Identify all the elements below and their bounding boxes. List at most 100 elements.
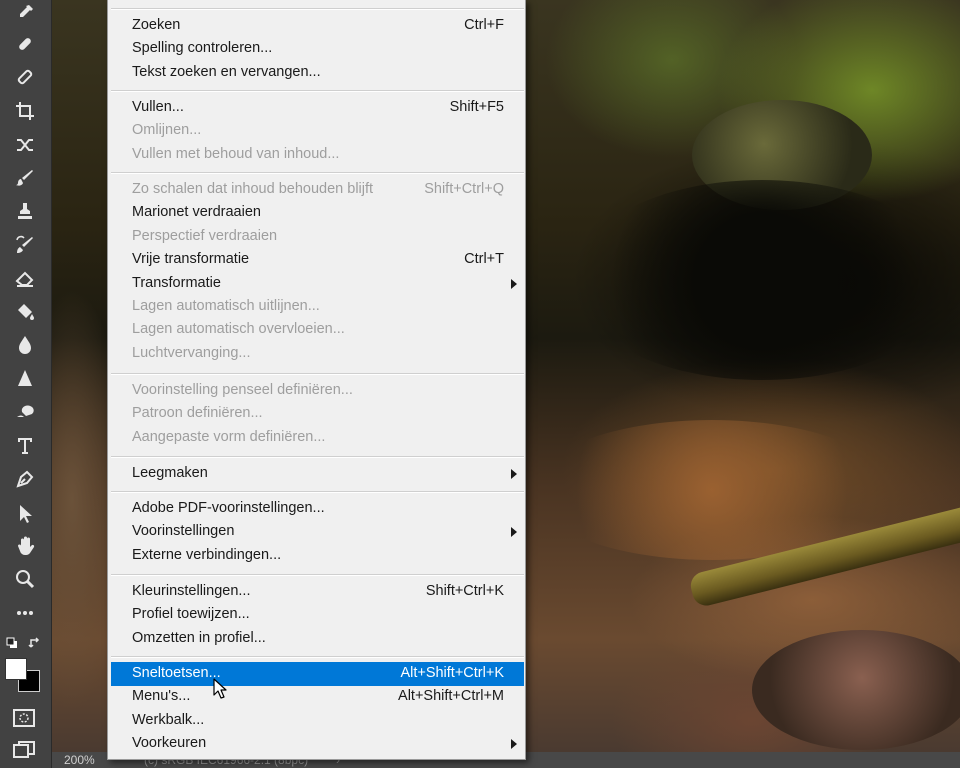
pen-icon[interactable] — [10, 466, 40, 492]
cave-shadow — [572, 180, 952, 380]
swap-colors-icon[interactable] — [28, 636, 42, 650]
menu-item-adobe-pdf-voorinstellingen[interactable]: Adobe PDF-voorinstellingen... — [111, 497, 524, 521]
menu-item-tekst-zoeken-en-vervangen[interactable]: Tekst zoeken en vervangen... — [111, 61, 524, 85]
type-icon[interactable] — [10, 432, 40, 458]
menu-separator — [111, 491, 524, 493]
patch-icon[interactable] — [10, 64, 40, 90]
menu-separator — [111, 574, 524, 576]
menu-item-shortcut: Ctrl+F — [464, 17, 504, 33]
zoom-level[interactable]: 200% — [64, 753, 95, 767]
menu-item-label: Omzetten in profiel... — [132, 629, 266, 646]
swap-icon[interactable] — [10, 132, 40, 158]
submenu-arrow-icon — [511, 278, 517, 289]
menu-item-spelling-controleren[interactable]: Spelling controleren... — [111, 37, 524, 61]
submenu-arrow-icon — [511, 739, 517, 750]
menu-item-label: Externe verbindingen... — [132, 546, 282, 563]
menu-item-shortcut: Shift+F5 — [449, 99, 504, 115]
menu-item-marionet-verdraaien[interactable]: Marionet verdraaien — [111, 201, 524, 225]
menu-item-lagen-automatisch-overvloeien: Lagen automatisch overvloeien... — [111, 318, 524, 342]
default-colors-icon[interactable] — [6, 636, 18, 648]
menu-item-omzetten-in-profiel[interactable]: Omzetten in profiel... — [111, 627, 524, 651]
crop-icon[interactable] — [10, 98, 40, 124]
menu-separator — [111, 90, 524, 92]
menu-separator — [111, 172, 524, 174]
eyedropper-icon[interactable] — [10, 0, 40, 26]
menu-item-label: Kleurinstellingen... — [132, 583, 251, 599]
menu-item-kleurinstellingen[interactable]: Kleurinstellingen... Shift+Ctrl+K — [111, 580, 524, 604]
menu-item-voorinstelling-penseel-defini-ren: Voorinstelling penseel definiëren... — [111, 379, 524, 403]
menu-item-voorkeuren[interactable]: Voorkeuren — [111, 732, 524, 756]
tools-panel — [0, 0, 52, 768]
menu-item-label: Omlijnen... — [132, 122, 202, 139]
menu-item-label: Perspectief verdraaien — [132, 227, 278, 244]
menu-item-label: Vullen... — [132, 99, 184, 115]
menu-item-label: Profiel toewijzen... — [132, 606, 250, 623]
menu-item-label: Menu's... — [132, 688, 191, 705]
menu-item-menu-s[interactable]: Menu's... Alt+Shift+Ctrl+M — [111, 685, 524, 709]
mouse-cursor-icon — [213, 678, 227, 699]
menu-item-label: Voorinstelling penseel definiëren... — [132, 382, 353, 398]
menu-item-label: Werkbalk... — [132, 711, 205, 728]
submenu-arrow-icon — [511, 527, 517, 538]
healing-brush-icon[interactable] — [10, 31, 40, 57]
zoom-icon[interactable] — [10, 566, 40, 592]
menu-item-transformatie[interactable]: Transformatie — [111, 272, 524, 296]
menu-item-label: Leegmaken — [132, 465, 208, 481]
menu-item-patroon-defini-ren: Patroon definiëren... — [111, 402, 524, 426]
menu-item-label: Sneltoetsen... — [132, 665, 221, 681]
history-brush-icon[interactable] — [10, 232, 40, 258]
dodge-icon[interactable] — [10, 398, 40, 424]
menu-item-voorinstellingen[interactable]: Voorinstellingen — [111, 520, 524, 544]
edit-menu: Zoeken Ctrl+F Spelling controleren... Tekst… — [107, 0, 526, 760]
menu-item-label: Lagen automatisch uitlijnen... — [132, 298, 320, 314]
quick-mask-icon[interactable] — [12, 708, 36, 728]
screen-mode-icon[interactable] — [12, 740, 36, 760]
menu-separator — [111, 656, 524, 658]
menu-item-vullen-met-behoud-van-inhoud: Vullen met behoud van inhoud... — [111, 143, 524, 167]
menu-item-leegmaken[interactable]: Leegmaken — [111, 462, 524, 486]
menu-separator — [111, 456, 524, 458]
menu-item-label: Zo schalen dat inhoud behouden blijft — [132, 181, 374, 197]
menu-item-label: Adobe PDF-voorinstellingen... — [132, 500, 325, 516]
blur-icon[interactable] — [10, 331, 40, 357]
menu-item-label: Marionet verdraaien — [132, 204, 261, 221]
more-icon[interactable] — [10, 600, 40, 626]
menu-item-shortcut: Shift+Ctrl+Q — [424, 181, 504, 197]
menu-item-zoeken[interactable]: Zoeken Ctrl+F — [111, 14, 524, 38]
menu-item-omlijnen: Omlijnen... — [111, 119, 524, 143]
hand-icon[interactable] — [10, 533, 40, 559]
path-selection-icon[interactable] — [10, 500, 40, 526]
menu-item-label: Tekst zoeken en vervangen... — [132, 63, 321, 80]
menu-item-shortcut: Alt+Shift+Ctrl+K — [400, 665, 504, 681]
submenu-arrow-icon — [511, 469, 517, 479]
menu-item-vrije-transformatie[interactable]: Vrije transformatie Ctrl+T — [111, 248, 524, 272]
menu-item-shortcut: Ctrl+T — [464, 251, 504, 268]
menu-item-label: Aangepaste vorm definiëren... — [132, 428, 326, 445]
menu-item-label: Transformatie — [132, 274, 221, 291]
foreground-color-swatch[interactable] — [5, 658, 27, 680]
menu-item-label: Voorkeuren — [132, 735, 207, 752]
menu-item-luchtvervanging: Luchtvervanging... — [111, 342, 524, 366]
menu-separator — [111, 373, 524, 375]
menu-item-shortcut: Alt+Shift+Ctrl+M — [398, 688, 504, 705]
menu-item-label: Zoeken — [132, 17, 181, 33]
menu-item-sneltoetsen[interactable]: Sneltoetsen... Alt+Shift+Ctrl+K — [111, 662, 524, 686]
menu-separator — [111, 8, 524, 10]
menu-item-profiel-toewijzen[interactable]: Profiel toewijzen... — [111, 603, 524, 627]
menu-item-label: Voorinstellingen — [132, 523, 235, 540]
eraser-icon[interactable] — [10, 265, 40, 291]
menu-item-zo-schalen-dat-inhoud-behouden-blijft: Zo schalen dat inhoud behouden blijft Shi… — [111, 178, 524, 202]
sharpen-icon[interactable] — [10, 365, 40, 391]
menu-item-label: Spelling controleren... — [132, 40, 273, 57]
menu-item-aangepaste-vorm-defini-ren: Aangepaste vorm definiëren... — [111, 426, 524, 450]
menu-item-vullen[interactable]: Vullen... Shift+F5 — [111, 96, 524, 120]
menu-item-shortcut: Shift+Ctrl+K — [425, 583, 504, 599]
foreground-rock — [752, 630, 960, 750]
stamp-icon[interactable] — [10, 198, 40, 224]
menu-item-label: Vullen met behoud van inhoud... — [132, 145, 340, 162]
menu-item-perspectief-verdraaien: Perspectief verdraaien — [111, 225, 524, 249]
brush-icon[interactable] — [10, 165, 40, 191]
menu-item-werkbalk[interactable]: Werkbalk... — [111, 709, 524, 733]
paint-bucket-icon[interactable] — [10, 298, 40, 324]
menu-item-externe-verbindingen[interactable]: Externe verbindingen... — [111, 544, 524, 568]
